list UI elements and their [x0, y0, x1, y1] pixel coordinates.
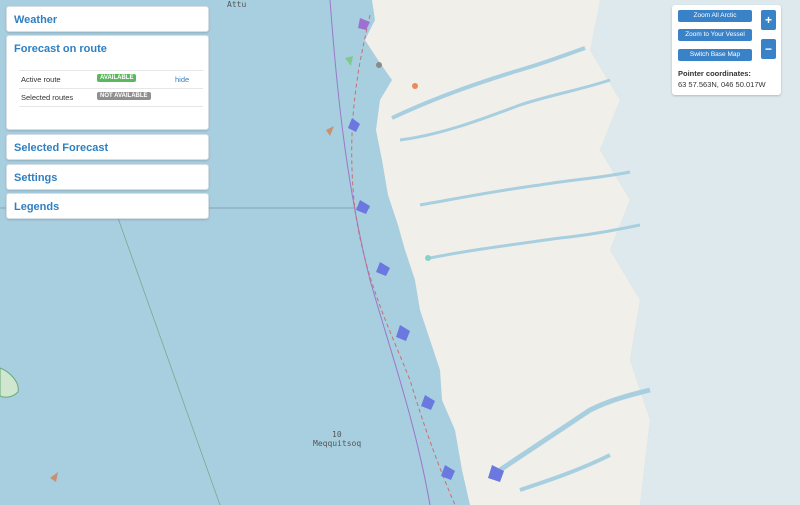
route-table: Active route AVAILABLE hide Selected rou…: [19, 70, 203, 107]
pointer-coordinates-value: 63 57.563N, 046 50.017W: [678, 80, 766, 89]
zoom-out-button[interactable]: −: [761, 39, 776, 59]
legends-title[interactable]: Legends: [7, 194, 208, 220]
zoom-in-button[interactable]: +: [761, 10, 776, 30]
selected-routes-row: Selected routes NOT AVAILABLE: [19, 88, 203, 107]
map-control-panel: Zoom All Arctic Zoom to Your Vessel Swit…: [672, 5, 781, 95]
forecast-on-route-title[interactable]: Forecast on route: [7, 36, 208, 62]
weather-panel-title[interactable]: Weather: [7, 7, 208, 33]
hide-route-link[interactable]: hide: [175, 75, 189, 84]
switch-base-map-button[interactable]: Switch Base Map: [678, 49, 752, 61]
zoom-all-arctic-button[interactable]: Zoom All Arctic: [678, 10, 752, 22]
zoom-to-vessel-button[interactable]: Zoom to Your Vessel: [678, 29, 752, 41]
place-label-number: 10: [332, 430, 342, 439]
place-label-attu: Attu: [227, 0, 247, 9]
place-label-meqquitsoq: Meqquitsoq: [313, 439, 362, 448]
active-route-status-badge: AVAILABLE: [97, 74, 137, 82]
port-marker[interactable]: [376, 62, 382, 68]
settings-panel[interactable]: Settings: [6, 164, 209, 190]
selected-routes-label: Selected routes: [21, 93, 74, 102]
forecast-on-route-panel: Forecast on route Active route AVAILABLE…: [6, 35, 209, 130]
settings-title[interactable]: Settings: [7, 165, 208, 191]
selected-routes-status-badge: NOT AVAILABLE: [97, 92, 151, 100]
port-marker[interactable]: [412, 83, 418, 89]
active-route-row: Active route AVAILABLE hide: [19, 70, 203, 88]
selected-forecast-title[interactable]: Selected Forecast: [7, 135, 208, 161]
selected-forecast-panel[interactable]: Selected Forecast: [6, 134, 209, 160]
weather-panel[interactable]: Weather: [6, 6, 209, 32]
port-marker[interactable]: [425, 255, 431, 261]
pointer-coordinates-title: Pointer coordinates:: [678, 69, 751, 78]
legends-panel[interactable]: Legends: [6, 193, 209, 219]
active-route-label: Active route: [21, 75, 61, 84]
